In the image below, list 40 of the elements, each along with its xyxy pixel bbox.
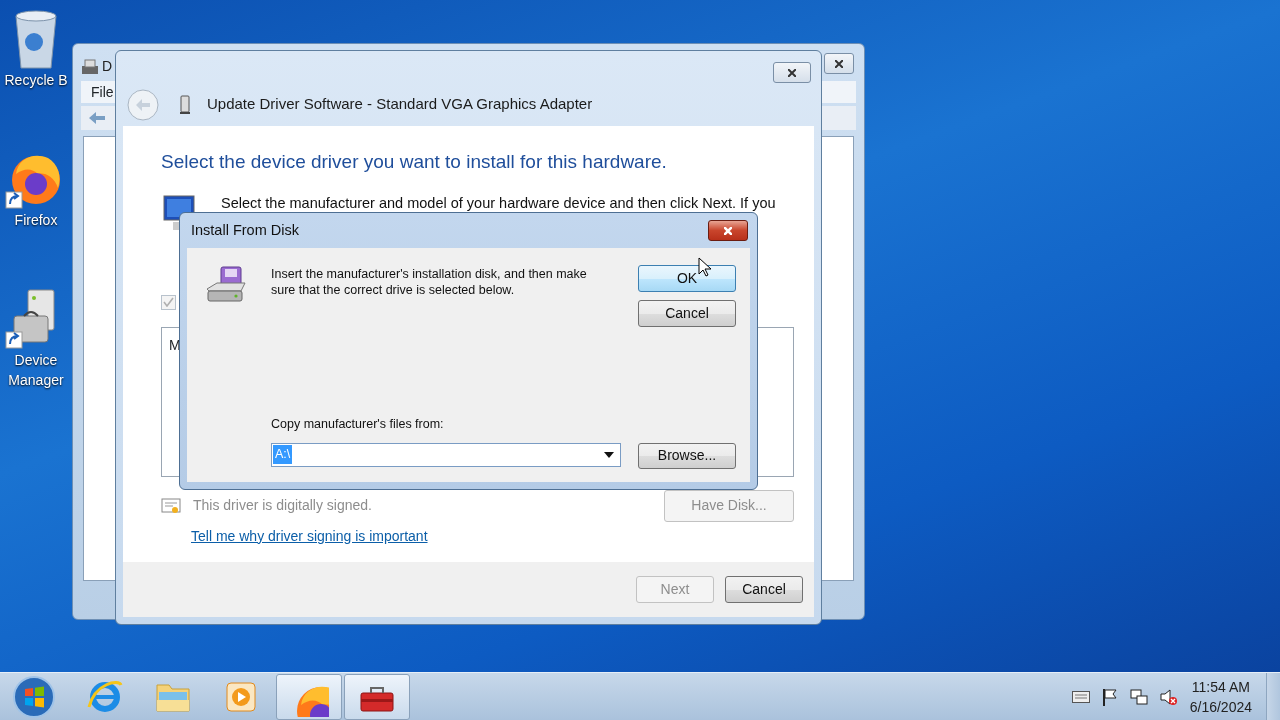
speaker-muted-icon[interactable] bbox=[1159, 687, 1178, 706]
clock[interactable]: 11:54 AM 6/16/2024 bbox=[1189, 676, 1252, 717]
icon-label[interactable]: Recycle B bbox=[3, 70, 69, 90]
wizard-button[interactable]: Cancel bbox=[725, 576, 803, 603]
icon-label[interactable]: Firefox bbox=[3, 210, 69, 230]
close-icon bbox=[835, 59, 843, 68]
close-button[interactable] bbox=[824, 53, 854, 74]
disk-drive-icon bbox=[205, 265, 249, 305]
dialog-title: Install From Disk bbox=[190, 220, 299, 240]
window-title: D bbox=[102, 57, 113, 76]
mouse-pointer-icon bbox=[698, 257, 712, 277]
status-text: This driver is digitally signed. bbox=[193, 496, 372, 515]
window-title: Update Driver Software - Standard VGA Graphics Adapter bbox=[207, 94, 593, 115]
adapter-icon bbox=[179, 94, 191, 115]
clock-time: 11:54 AM bbox=[1190, 677, 1251, 697]
close-icon bbox=[788, 68, 796, 77]
certificate-icon bbox=[161, 495, 181, 516]
field-label: Copy manufacturer's files from: bbox=[271, 416, 445, 433]
clock-date: 6/16/2024 bbox=[1189, 697, 1252, 717]
taskbar-button[interactable] bbox=[344, 673, 410, 720]
flag-icon[interactable] bbox=[1101, 687, 1118, 706]
menu-item[interactable]: File bbox=[91, 84, 114, 100]
dialog-button[interactable]: Cancel bbox=[638, 300, 736, 327]
network-icon[interactable] bbox=[1129, 687, 1148, 706]
start-button[interactable] bbox=[12, 674, 56, 719]
printer-icon bbox=[81, 57, 99, 76]
help-link[interactable]: Tell me why driver signing is important bbox=[191, 525, 428, 547]
dropdown-caret-icon[interactable] bbox=[604, 451, 614, 458]
instruction-text: Select the manufacturer and model of your hardware device and then click Next. If you bbox=[221, 193, 776, 212]
taskbar-button[interactable] bbox=[276, 673, 342, 720]
dialog-button[interactable]: OK bbox=[638, 265, 736, 292]
dialog-message: Insert the manufacturer's installation disk, and then make sure that the correct drive is selected below. bbox=[271, 266, 588, 299]
keyboard-icon[interactable] bbox=[1071, 690, 1090, 703]
icon-label[interactable]: Device Manager bbox=[3, 350, 69, 390]
page-heading: Select the device driver you want to install for this hardware. bbox=[161, 150, 668, 174]
browse-button[interactable]: Browse... bbox=[638, 442, 736, 469]
check-icon bbox=[163, 297, 174, 307]
close-button[interactable] bbox=[773, 62, 811, 83]
close-icon bbox=[724, 226, 732, 235]
close-button[interactable] bbox=[708, 220, 748, 241]
